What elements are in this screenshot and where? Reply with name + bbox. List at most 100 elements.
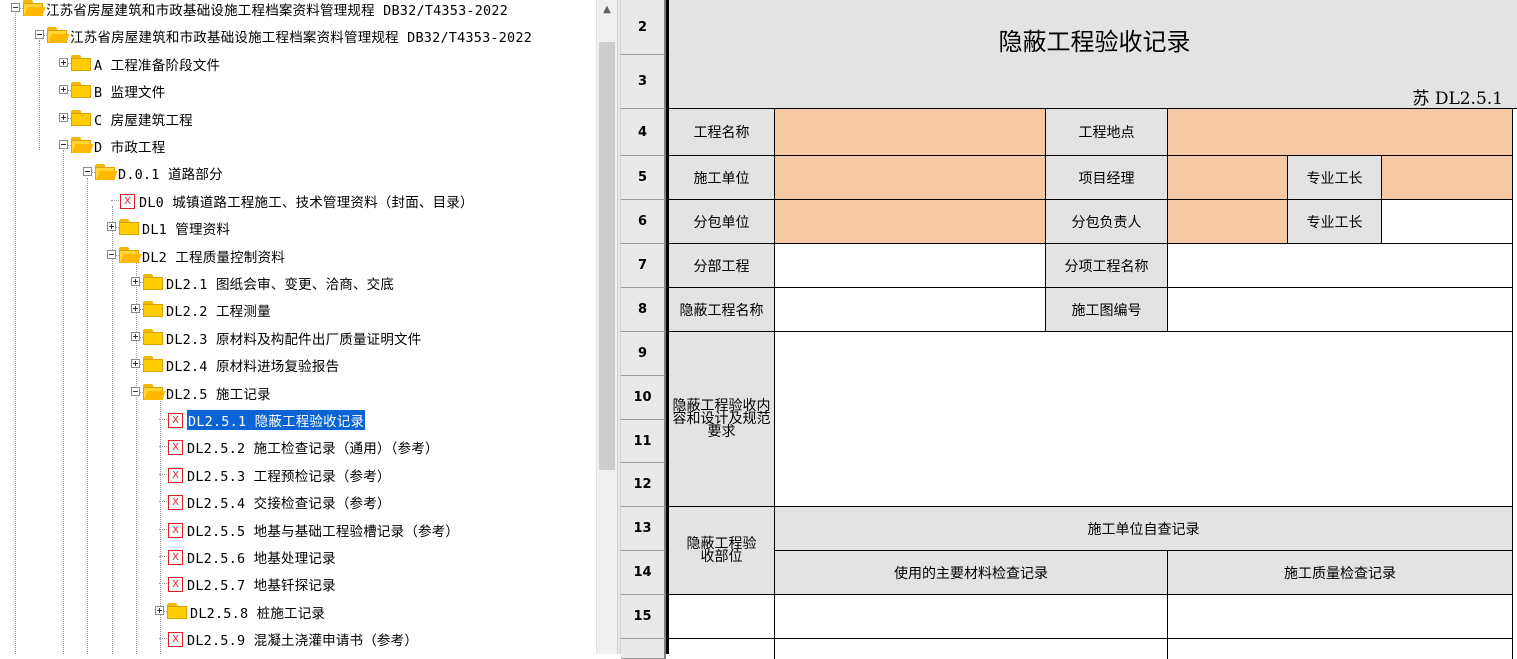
tree-item-label[interactable]: 江苏省房屋建筑和市政基础设施工程档案资料管理规程 DB32/T4353-2022 — [70, 26, 532, 46]
hidden-name-field[interactable] — [775, 288, 1046, 332]
quality-check-field[interactable] — [1168, 595, 1513, 639]
tree-item[interactable]: X DL2.5.6 地基处理记录 — [0, 544, 596, 568]
foreman-2-field[interactable] — [1382, 200, 1513, 244]
row-header[interactable]: 9 — [621, 332, 666, 376]
row-header[interactable]: 5 — [621, 156, 666, 200]
expand-icon[interactable] — [107, 222, 116, 232]
project-manager-field[interactable] — [1168, 156, 1288, 200]
tree-item-label[interactable]: DL2.5.8 桩施工记录 — [190, 602, 325, 622]
tree-item[interactable]: 江苏省房屋建筑和市政基础设施工程档案资料管理规程 DB32/T4353-2022 — [0, 0, 596, 20]
tree-item[interactable]: X DL2.5.5 地基与基础工程验槽记录（参考） — [0, 517, 596, 541]
hidden-content-field[interactable] — [775, 332, 1513, 507]
row-header[interactable]: 6 — [621, 200, 666, 244]
tree-item-label[interactable]: B 监理文件 — [94, 81, 165, 101]
row-header[interactable]: 8 — [621, 288, 666, 332]
expand-icon[interactable] — [59, 57, 68, 67]
tree-item[interactable]: A 工程准备阶段文件 — [0, 51, 596, 75]
hidden-part-field[interactable] — [669, 595, 775, 639]
row-header[interactable]: 12 — [621, 463, 666, 507]
tree-item-label[interactable]: D 市政工程 — [94, 136, 165, 156]
tree-item-label[interactable]: DL2.4 原材料进场复验报告 — [166, 355, 339, 375]
scroll-up-icon[interactable]: ▲ — [597, 0, 617, 18]
row-header[interactable]: 13 — [621, 507, 666, 551]
expand-icon[interactable] — [131, 359, 140, 369]
construction-unit-field[interactable] — [775, 156, 1046, 200]
expand-icon[interactable] — [131, 304, 140, 314]
tree-item[interactable]: B 监理文件 — [0, 78, 596, 102]
row-header[interactable]: 15 — [621, 595, 666, 639]
sub-leader-field[interactable] — [1168, 200, 1288, 244]
tree-item[interactable]: C 房屋建筑工程 — [0, 106, 596, 130]
subcontractor-field[interactable] — [775, 200, 1046, 244]
row-header[interactable]: 11 — [621, 420, 666, 463]
expand-icon[interactable] — [59, 85, 68, 95]
tree-item-label[interactable]: DL2.3 原材料及构配件出厂质量证明文件 — [166, 328, 421, 348]
project-name-field[interactable] — [775, 109, 1046, 156]
tree-item[interactable]: D 市政工程 — [0, 133, 596, 157]
tree-item[interactable]: X DL0 城镇道路工程施工、技术管理资料（封面、目录） — [0, 188, 596, 212]
tree-item[interactable]: DL2.4 原材料进场复验报告 — [0, 352, 596, 376]
tree-item[interactable]: DL2.5 施工记录 — [0, 380, 596, 404]
row-header[interactable]: 3 — [621, 55, 666, 109]
tree-item[interactable]: X DL2.5.9 混凝土浇灌申请书（参考） — [0, 626, 596, 650]
tree-item[interactable]: DL2.5.8 桩施工记录 — [0, 599, 596, 623]
tree-item-label[interactable]: DL1 管理资料 — [142, 218, 230, 238]
tree-item-label[interactable]: DL2.5.5 地基与基础工程验槽记录（参考） — [187, 520, 459, 540]
drawing-no-field[interactable] — [1168, 288, 1513, 332]
expand-icon[interactable] — [59, 112, 68, 122]
tree-item[interactable]: DL1 管理资料 — [0, 215, 596, 239]
row-header[interactable]: 7 — [621, 244, 666, 288]
tree-item[interactable]: DL2.1 图纸会审、变更、洽商、交底 — [0, 270, 596, 294]
row16-cell-b[interactable] — [775, 639, 1168, 659]
row-header[interactable]: 2 — [621, 0, 666, 55]
tree-item[interactable]: X DL2.5.2 施工检查记录（通用）（参考） — [0, 434, 596, 458]
row-header[interactable]: 14 — [621, 551, 666, 595]
row-header[interactable]: 4 — [621, 109, 666, 156]
row16-cell-a[interactable] — [669, 639, 775, 659]
tree-item[interactable]: DL2 工程质量控制资料 — [0, 243, 596, 267]
tree-item-label[interactable]: DL2.5.6 地基处理记录 — [187, 547, 336, 567]
collapse-icon[interactable] — [59, 140, 68, 149]
row16-cell-c[interactable] — [1168, 639, 1513, 659]
tree-item-label[interactable]: D.0.1 道路部分 — [118, 163, 223, 183]
subitem-name-field[interactable] — [1168, 244, 1513, 288]
tree-item-label[interactable]: DL2.1 图纸会审、变更、洽商、交底 — [166, 273, 394, 293]
expand-icon[interactable] — [131, 331, 140, 341]
tree-item[interactable]: D.0.1 道路部分 — [0, 160, 596, 184]
tree-item-label[interactable]: DL2.5.7 地基钎探记录 — [187, 574, 336, 594]
tree-item-label[interactable]: DL0 城镇道路工程施工、技术管理资料（封面、目录） — [139, 191, 474, 211]
tree-item[interactable]: 江苏省房屋建筑和市政基础设施工程档案资料管理规程 DB32/T4353-2022 — [0, 23, 596, 47]
row-header[interactable]: 10 — [621, 376, 666, 420]
tree-item-label[interactable]: C 房屋建筑工程 — [94, 109, 193, 129]
collapse-icon[interactable] — [131, 386, 140, 396]
collapse-icon[interactable] — [107, 249, 116, 259]
tree-item-label[interactable]: DL2.2 工程测量 — [166, 300, 271, 320]
collapse-icon[interactable] — [11, 3, 20, 12]
division-field[interactable] — [775, 244, 1046, 288]
foreman-field[interactable] — [1382, 156, 1513, 200]
tree-item-label[interactable]: DL2.5.3 工程预检记录（参考） — [187, 465, 391, 485]
tree-item-label[interactable]: DL2.5.4 交接检查记录（参考） — [187, 492, 391, 512]
expand-icon[interactable] — [155, 605, 164, 615]
tree-item[interactable]: DL2.3 原材料及构配件出厂质量证明文件 — [0, 325, 596, 349]
project-location-field[interactable] — [1168, 109, 1513, 156]
tree-item-label[interactable]: DL2.5.2 施工检查记录（通用）（参考） — [187, 437, 439, 457]
collapse-icon[interactable] — [35, 30, 44, 40]
tree-item-label[interactable]: 江苏省房屋建筑和市政基础设施工程档案资料管理规程 DB32/T4353-2022 — [46, 0, 508, 19]
tree-item[interactable]: X DL2.5.4 交接检查记录（参考） — [0, 489, 596, 513]
tree-item-label[interactable]: A 工程准备阶段文件 — [94, 54, 220, 74]
tree-item-label[interactable]: DL2.5.1 隐蔽工程验收记录 — [185, 409, 367, 431]
tree-item[interactable]: DL2.2 工程测量 — [0, 297, 596, 321]
tree-item-label[interactable]: DL2 工程质量控制资料 — [142, 246, 285, 266]
collapse-icon[interactable] — [83, 167, 92, 177]
material-check-field[interactable] — [775, 595, 1168, 639]
scroll-thumb[interactable] — [599, 42, 615, 470]
row-header-partial[interactable] — [621, 639, 666, 659]
tree-item[interactable]: X DL2.5.7 地基钎探记录 — [0, 571, 596, 595]
tree-item-label[interactable]: DL2.5 施工记录 — [166, 383, 271, 403]
tree-scrollbar[interactable]: ▲ — [596, 0, 617, 654]
tree-item[interactable]: X DL2.5.3 工程预检记录（参考） — [0, 462, 596, 486]
tree-item-label[interactable]: DL2.5.9 混凝土浇灌申请书（参考） — [187, 629, 418, 649]
expand-icon[interactable] — [131, 277, 140, 286]
tree-item[interactable]: X DL2.5.1 隐蔽工程验收记录 — [0, 407, 596, 431]
